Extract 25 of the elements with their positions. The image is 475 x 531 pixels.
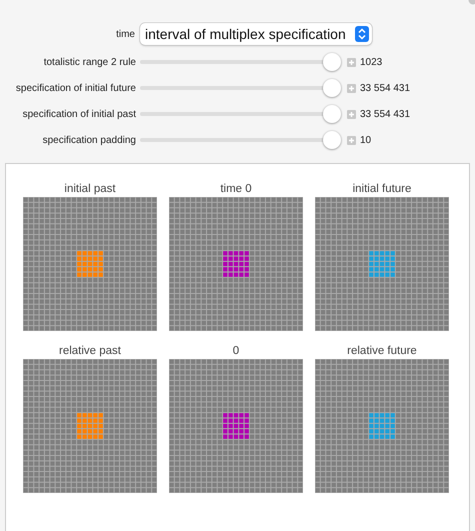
slider-value: 33 554 431 — [360, 82, 410, 94]
plus-icon[interactable] — [347, 58, 356, 66]
slider-label: specification padding — [42, 134, 137, 146]
slider-label: specification of initial past — [22, 108, 137, 120]
plus-icon[interactable] — [347, 110, 356, 118]
slider-thumb[interactable] — [323, 105, 342, 123]
plus-icon[interactable] — [347, 136, 356, 144]
plus-icon[interactable] — [347, 84, 356, 92]
panel-title: initial future — [352, 182, 412, 197]
panel-title: initial past — [64, 182, 116, 197]
slider-label: specification of initial future — [14, 82, 137, 94]
slider-thumb[interactable] — [323, 131, 342, 149]
popup-label: time — [115, 28, 136, 40]
dropdown[interactable]: interval of multiplex specification — [140, 23, 372, 45]
panel-title: 0 — [232, 344, 240, 359]
slider-value: 1023 — [360, 56, 382, 68]
panel-title: time 0 — [220, 182, 252, 197]
slider-thumb[interactable] — [323, 53, 342, 71]
slider-value: 33 554 431 — [360, 108, 410, 120]
slider-value: 10 — [360, 134, 372, 146]
stepper-icon — [355, 26, 369, 42]
panel-title: relative future — [347, 344, 417, 359]
slider-label: totalistic range 2 rule — [42, 56, 137, 68]
panel-title: relative past — [58, 344, 121, 359]
slider-thumb[interactable] — [323, 79, 342, 97]
